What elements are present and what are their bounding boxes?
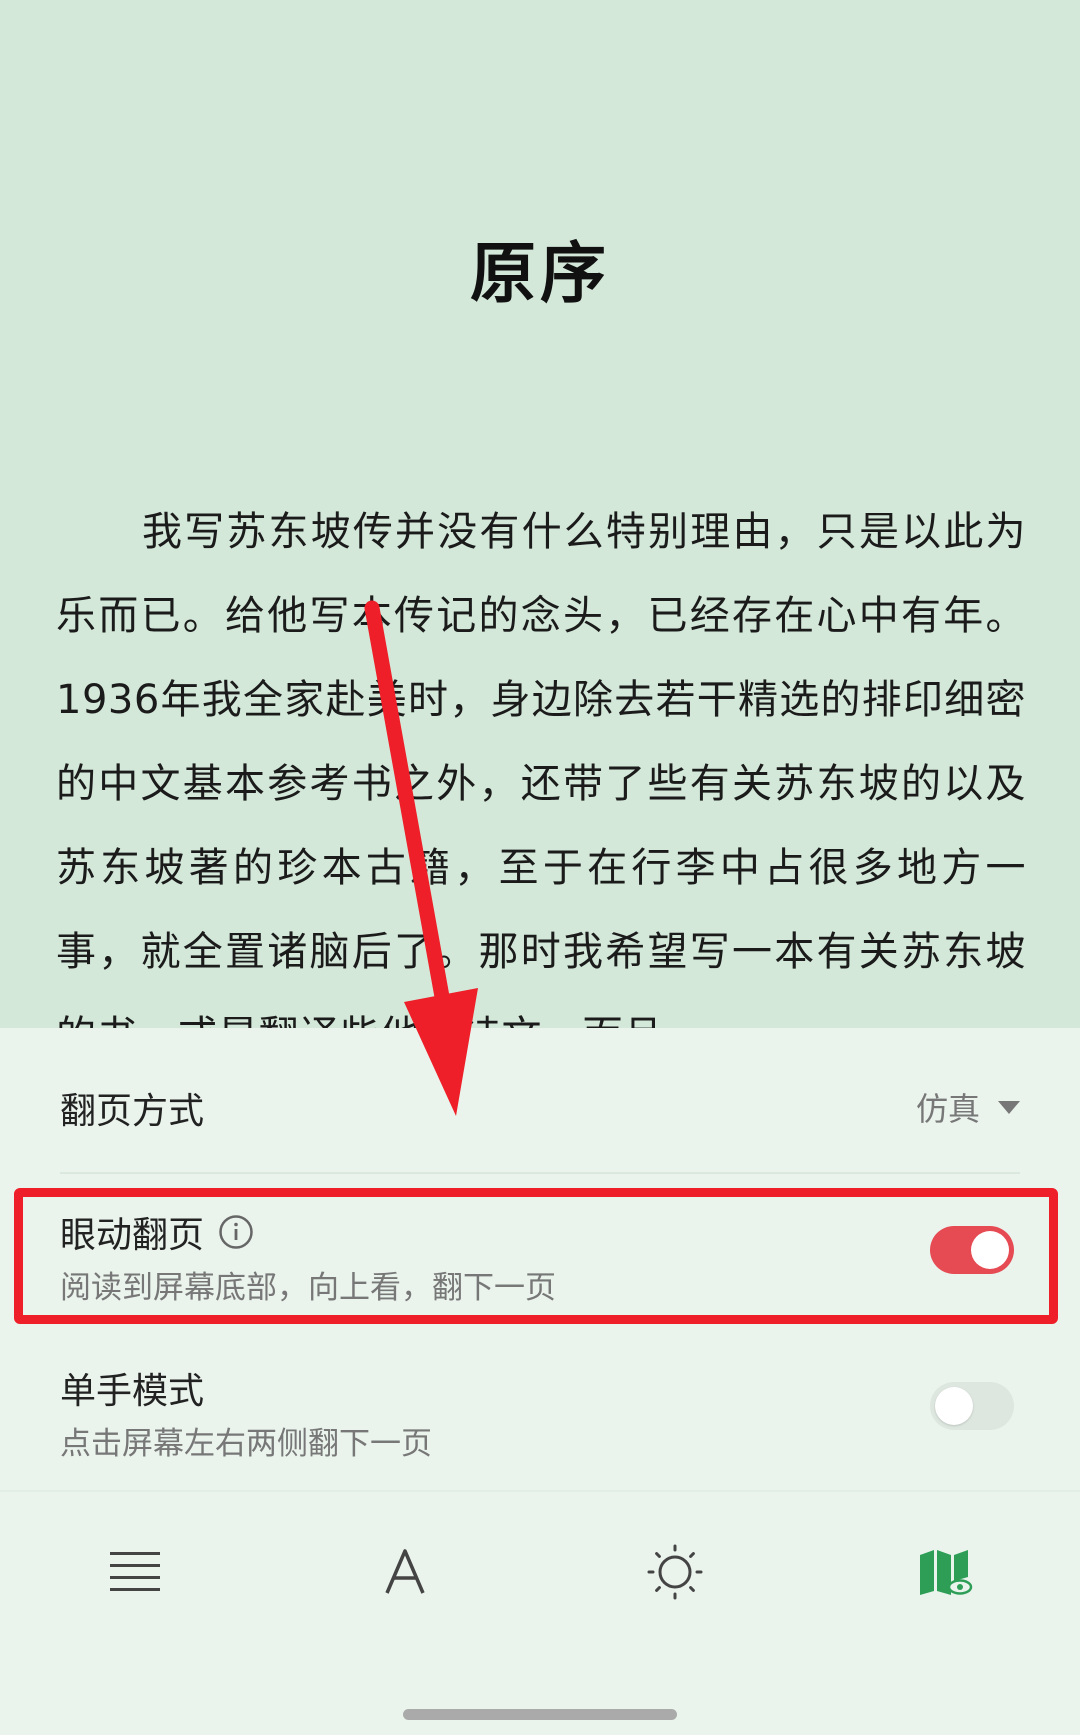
one-hand-title-wrap: 单手模式 bbox=[60, 1362, 204, 1414]
dropdown-caret-icon bbox=[998, 1100, 1020, 1114]
font-icon bbox=[385, 1549, 425, 1594]
page-turn-mode-select[interactable]: 仿真 bbox=[916, 1084, 1020, 1130]
toggle-knob bbox=[935, 1387, 973, 1425]
page-turn-mode-value: 仿真 bbox=[915, 1090, 980, 1128]
annotation-highlight-box bbox=[14, 1188, 1058, 1324]
bottom-toolbar bbox=[0, 1490, 1080, 1652]
one-hand-setting: 单手模式 点击屏幕左右两侧翻下一页 bbox=[60, 1362, 1020, 1472]
menu-button[interactable] bbox=[95, 1532, 175, 1612]
reader-page[interactable]: 原序 我写苏东坡传并没有什么特别理由，只是以此为乐而已。给他写本传记的念头，已经… bbox=[0, 0, 1080, 1030]
reading-mode-button[interactable] bbox=[905, 1532, 985, 1612]
page-turn-mode-label: 翻页方式 bbox=[60, 1091, 205, 1132]
home-indicator[interactable] bbox=[403, 1709, 677, 1720]
chapter-title: 原序 bbox=[470, 235, 610, 312]
one-hand-title: 单手模式 bbox=[60, 1371, 205, 1412]
brightness-icon bbox=[647, 1544, 703, 1600]
one-hand-toggle[interactable] bbox=[930, 1382, 1014, 1430]
reading-mode-icon bbox=[920, 1550, 973, 1595]
one-hand-description: 点击屏幕左右两侧翻下一页 bbox=[60, 1426, 432, 1462]
font-button[interactable] bbox=[365, 1532, 445, 1612]
divider bbox=[60, 1172, 1020, 1174]
page-turn-mode-row[interactable]: 翻页方式 仿真 bbox=[60, 1060, 1020, 1150]
menu-icon bbox=[110, 1552, 160, 1591]
brightness-button[interactable] bbox=[635, 1532, 715, 1612]
body-text: 我写苏东坡传并没有什么特别理由，只是以此为乐而已。给他写本传记的念头，已经存在心… bbox=[56, 509, 1026, 1030]
